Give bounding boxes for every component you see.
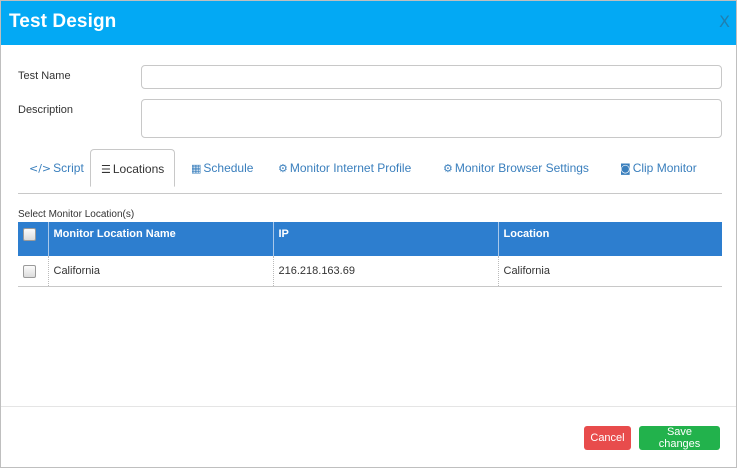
tab-locations[interactable]: ☰ Locations <box>90 149 176 187</box>
select-all-cell <box>18 222 49 256</box>
cell-location: California <box>498 256 722 287</box>
save-changes-button[interactable]: Save changes <box>639 426 720 450</box>
tab-label: Monitor Browser Settings <box>454 161 589 175</box>
test-design-dialog: Test Design X Test Name Description </> S… <box>0 0 737 468</box>
tab-monitor-internet-profile[interactable]: ⚙ Monitor Internet Profile <box>278 149 411 187</box>
cell-ip: 216.218.163.69 <box>273 256 499 287</box>
tab-label: Schedule <box>203 161 254 175</box>
tab-monitor-browser-settings[interactable]: ⚙ Monitor Browser Settings <box>443 149 589 187</box>
sliders-icon: ☰ <box>101 163 111 176</box>
gear-icon: ⚙ <box>278 162 288 175</box>
test-name-input[interactable] <box>141 65 722 89</box>
column-header-ip[interactable]: IP <box>273 222 499 256</box>
tab-label: Script <box>53 161 84 175</box>
footer-divider <box>1 406 736 407</box>
row-checkbox-cell <box>18 256 49 287</box>
tab-script[interactable]: </> Script <box>29 149 84 187</box>
dialog-title: Test Design <box>9 11 117 32</box>
calendar-icon: ▦ <box>191 162 202 175</box>
section-label: Select Monitor Location(s) <box>18 209 135 220</box>
column-header-name[interactable]: Monitor Location Name <box>48 222 274 256</box>
locations-table: Monitor Location Name IP Location Califo… <box>18 222 722 287</box>
tab-label: Monitor Internet Profile <box>289 161 412 175</box>
cell-location-name: California <box>48 256 274 287</box>
select-all-checkbox[interactable] <box>23 228 36 241</box>
gears-icon: ⚙ <box>443 162 453 175</box>
camera-icon: ◙ <box>620 162 631 175</box>
tab-label: Locations <box>112 162 165 176</box>
tab-clip-monitor[interactable]: ◙ Clip Monitor <box>620 149 697 187</box>
table-header-row: Monitor Location Name IP Location <box>18 222 722 256</box>
column-header-location[interactable]: Location <box>498 222 722 256</box>
tab-bar: </> Script ☰ Locations ▦ Schedule ⚙ Monitor … <box>18 149 722 194</box>
cancel-button[interactable]: Cancel <box>584 426 631 450</box>
description-textarea[interactable] <box>141 99 722 138</box>
test-name-label: Test Name <box>18 70 71 82</box>
table-row[interactable]: California 216.218.163.69 California <box>18 256 722 287</box>
row-checkbox[interactable] <box>23 264 36 278</box>
description-label: Description <box>18 104 74 116</box>
tab-schedule[interactable]: ▦ Schedule <box>191 149 253 187</box>
code-icon: </> <box>29 162 52 175</box>
close-button[interactable]: X <box>719 12 730 31</box>
tab-label: Clip Monitor <box>632 161 697 175</box>
dialog-header: Test Design X <box>1 1 736 45</box>
